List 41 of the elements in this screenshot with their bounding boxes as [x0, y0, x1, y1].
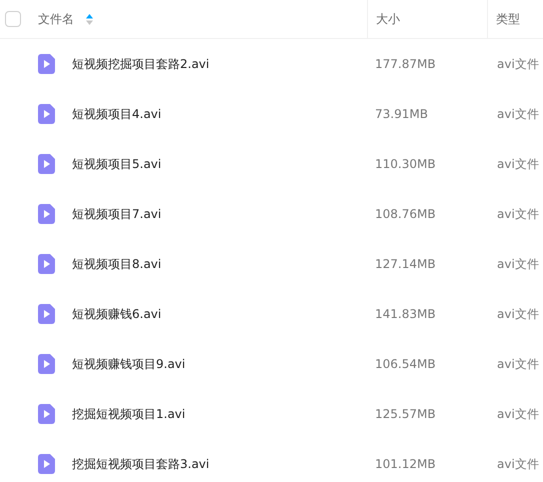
video-file-icon	[38, 254, 55, 274]
video-file-icon	[38, 454, 55, 474]
file-name[interactable]: 短视频挖掘项目套路2.avi	[72, 56, 210, 72]
file-size: 177.87MB	[375, 57, 436, 71]
video-file-icon	[38, 304, 55, 324]
select-all-checkbox[interactable]	[5, 11, 21, 27]
video-file-icon	[38, 54, 55, 74]
video-file-icon	[38, 104, 55, 124]
column-header[interactable]: 文件名	[38, 10, 93, 28]
file-size: 73.91MB	[375, 107, 428, 121]
file-name[interactable]: 短视频项目4.avi	[72, 106, 162, 122]
file-type: avi文件	[497, 356, 539, 372]
video-file-icon	[38, 154, 55, 174]
file-size: 110.30MB	[375, 157, 436, 171]
file-type: avi文件	[497, 256, 539, 272]
video-file-icon	[38, 204, 55, 224]
video-file-icon	[38, 354, 55, 374]
file-name[interactable]: 短视频项目5.avi	[72, 156, 162, 172]
file-type: avi文件	[497, 306, 539, 322]
file-name[interactable]: 挖掘短视频项目1.avi	[72, 406, 186, 422]
file-name[interactable]: 挖掘短视频项目套路3.avi	[72, 456, 210, 472]
video-file-icon	[38, 404, 55, 424]
file-size: 108.76MB	[375, 207, 436, 221]
file-type: avi文件	[497, 456, 539, 472]
file-type: avi文件	[497, 406, 539, 422]
column-header[interactable]: 大小	[376, 10, 400, 28]
file-size: 127.14MB	[375, 257, 436, 271]
file-size: 141.83MB	[375, 307, 436, 321]
file-size: 106.54MB	[375, 357, 436, 371]
file-name[interactable]: 短视频赚钱6.avi	[72, 306, 162, 322]
file-type: avi文件	[497, 106, 539, 122]
file-type: avi文件	[497, 56, 539, 72]
sort-icon[interactable]	[86, 14, 93, 24]
column-header[interactable]: 类型	[496, 10, 520, 28]
file-type: avi文件	[497, 206, 539, 222]
file-name[interactable]: 短视频赚钱项目9.avi	[72, 356, 186, 372]
file-size: 101.12MB	[375, 457, 436, 471]
file-name[interactable]: 短视频项目8.avi	[72, 256, 162, 272]
file-name[interactable]: 短视频项目7.avi	[72, 206, 162, 222]
file-size: 125.57MB	[375, 407, 436, 421]
file-type: avi文件	[497, 156, 539, 172]
